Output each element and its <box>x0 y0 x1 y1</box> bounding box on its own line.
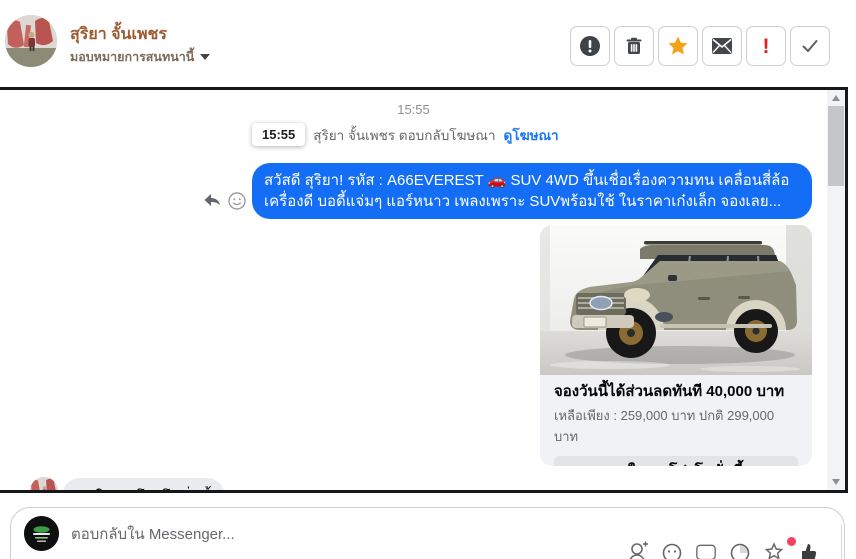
car-photo <box>540 225 812 375</box>
delete-button[interactable] <box>614 26 654 66</box>
promo-title: จองวันนี้ได้ส่วนลดทันที 40,000 บาท <box>554 383 785 400</box>
mark-unread-button[interactable] <box>702 26 742 66</box>
outgoing-message-text: สวัสดี สุริยา! รหัส : A66EVEREST 🚗 SUV 4… <box>264 172 790 210</box>
ad-promo-card: จองวันนี้ได้ส่วนลดทันที 40,000 บาท เหลือ… <box>540 225 812 466</box>
chevron-down-icon <box>200 54 211 60</box>
trash-icon <box>626 37 642 54</box>
promo-card-body: จองวันนี้ได้ส่วนลดทันที 40,000 บาท เหลือ… <box>540 375 812 466</box>
scroll-down-button[interactable] <box>827 474 845 490</box>
exclamation-circle-icon <box>580 36 600 56</box>
arrow-down-icon <box>832 479 840 485</box>
message-hover-actions <box>204 192 246 210</box>
star-icon <box>668 36 688 55</box>
mail-icon <box>712 38 732 54</box>
gif-icon[interactable] <box>696 541 716 559</box>
messenger-inbox-window: สุริยา จั้นเพชร มอบหมายการสนทนานี้ ! 15:… <box>0 0 856 559</box>
promo-price: เหลือเพียง : 259,000 บาท ปกติ 299,000 บา… <box>554 408 775 444</box>
contact-name: สุริยา จั้นเพชร <box>70 26 167 43</box>
notification-dot <box>787 537 796 546</box>
contact-avatar-small <box>30 477 58 490</box>
incoming-message-bubble: สนใจจองโปรโมชั่นนี้ <box>62 478 225 490</box>
like-thumb-icon[interactable] <box>798 541 818 559</box>
promo-cta-button[interactable]: สนใจจองโปรโมชั่นนี้ <box>554 456 798 466</box>
report-button[interactable] <box>570 26 610 66</box>
view-ad-link[interactable]: ดูโฆษณา <box>504 124 559 146</box>
arrow-up-icon <box>832 95 840 101</box>
assign-conversation-dropdown[interactable]: มอบหมายการสนทนานี้ <box>70 47 211 67</box>
chat-scrollbar[interactable] <box>827 90 845 490</box>
priority-icon: ! <box>762 34 770 58</box>
outgoing-message-bubble: สวัสดี สุริยา! รหัส : A66EVEREST 🚗 SUV 4… <box>252 163 812 219</box>
page-logo-image <box>24 516 59 551</box>
page-logo-avatar <box>24 516 59 551</box>
ad-reply-event: 15:55 สุริยา จั้นเพชร ตอบกลับโฆษณา ดูโฆษ… <box>252 123 559 146</box>
mention-person-icon[interactable] <box>628 541 648 559</box>
emoji-react-icon[interactable] <box>228 192 246 210</box>
chat-frame-border-bottom <box>0 490 848 493</box>
incoming-message-text: สนใจจองโปรโมชั่นนี้ <box>76 489 211 490</box>
contact-avatar-small-photo <box>30 477 58 490</box>
composer-divider <box>841 524 842 559</box>
contact-avatar-photo <box>5 15 57 67</box>
chat-viewport: 15:55 15:55 สุริยา จั้นเพชร ตอบกลับโฆษณา… <box>0 90 845 490</box>
done-check-icon <box>802 40 818 52</box>
message-time-tooltip: 15:55 <box>252 123 306 146</box>
assign-conversation-label: มอบหมายการสนทนานี้ <box>70 50 195 64</box>
contact-avatar[interactable] <box>5 15 57 67</box>
time-header: 15:55 <box>397 102 430 117</box>
priority-button[interactable]: ! <box>746 26 786 66</box>
scrollbar-thumb[interactable] <box>828 106 844 186</box>
emoji-icon[interactable] <box>662 541 682 559</box>
follow-up-star-button[interactable] <box>658 26 698 66</box>
scroll-up-button[interactable] <box>827 90 845 106</box>
reply-icon[interactable] <box>204 193 221 209</box>
saved-replies-icon[interactable] <box>764 541 784 559</box>
conversation-header: สุริยา จั้นเพชร มอบหมายการสนทนานี้ ! <box>0 0 856 87</box>
conversation-actions: ! <box>570 26 830 66</box>
mark-done-button[interactable] <box>790 26 830 66</box>
ad-reply-event-text: สุริยา จั้นเพชร ตอบกลับโฆษณา <box>313 127 496 143</box>
reply-placeholder: ตอบกลับใน Messenger... <box>71 526 235 543</box>
sticker-icon[interactable] <box>730 541 750 559</box>
chat-frame-border-right <box>845 87 848 493</box>
